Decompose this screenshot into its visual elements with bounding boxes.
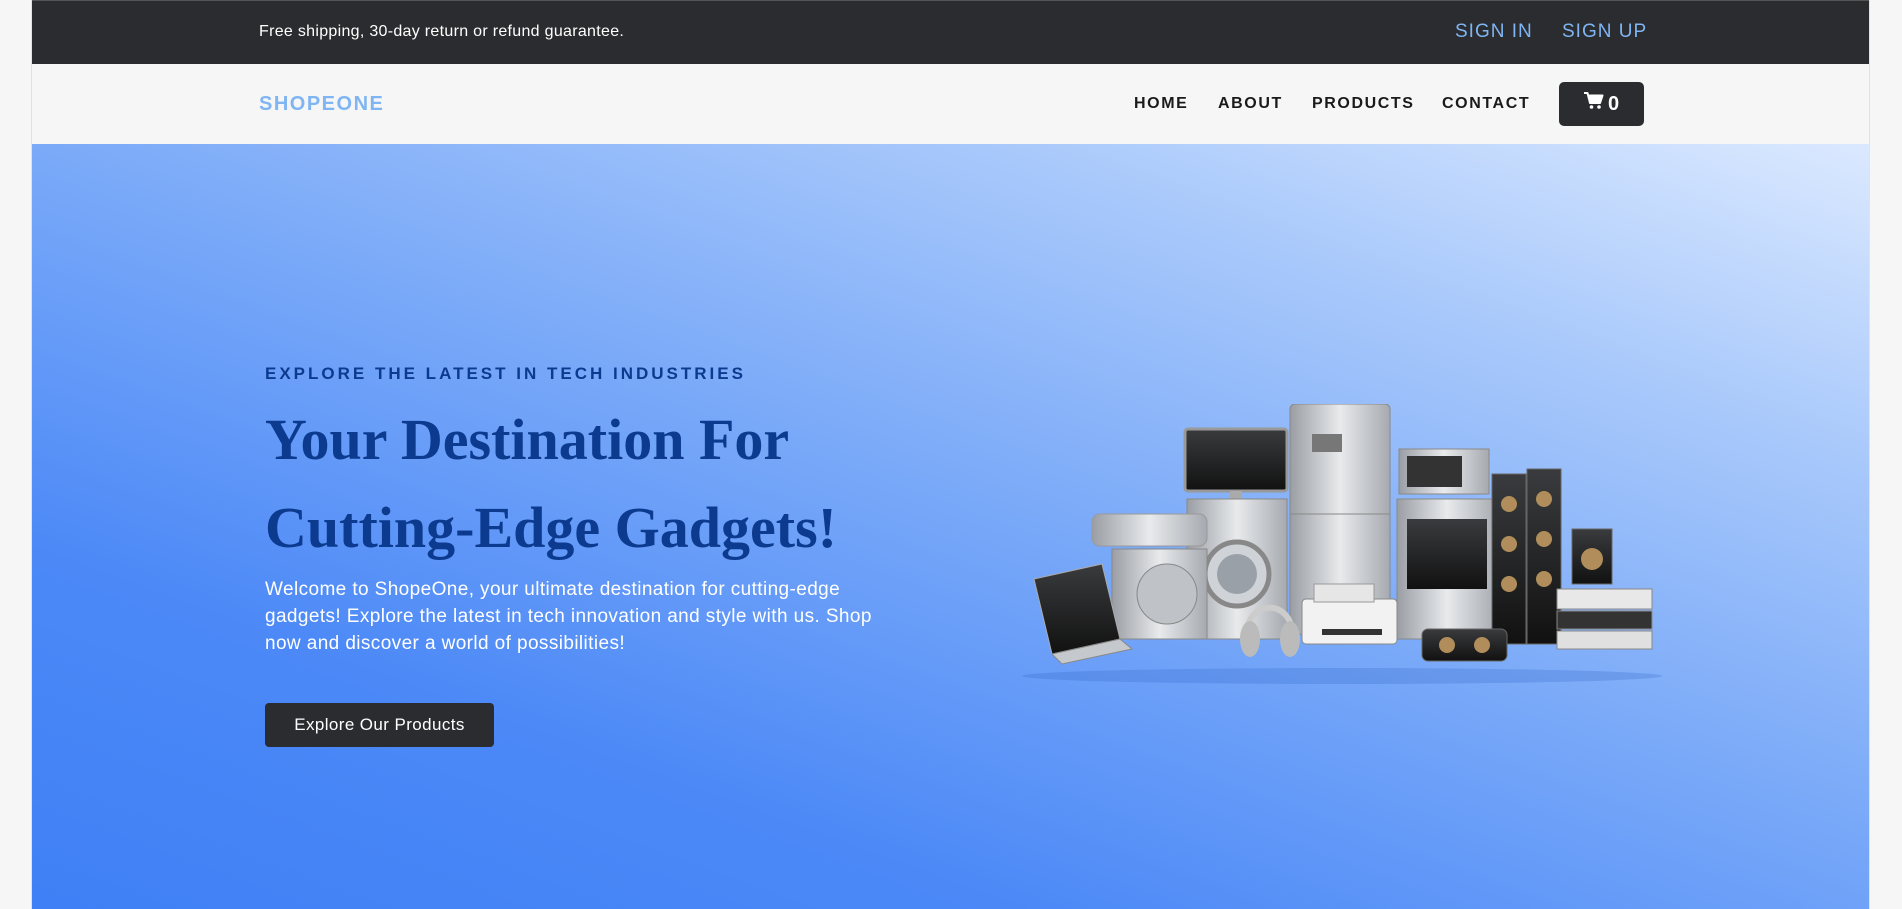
hero-headline: Your Destination For Cutting-Edge Gadget…: [265, 407, 837, 560]
top-announcement-bar: Free shipping, 30-day return or refund g…: [32, 0, 1869, 64]
hero-intro-text: Welcome to ShopeOne, your ultimate desti…: [265, 579, 872, 654]
sign-up-link[interactable]: SIGN UP: [1562, 21, 1647, 43]
nav-products-link[interactable]: PRODUCTS: [1312, 95, 1415, 113]
page: Free shipping, 30-day return or refund g…: [31, 0, 1870, 909]
main-navbar: SHOPEONE HOME ABOUT PRODUCTS CONTACT 0: [32, 64, 1869, 144]
shipping-promo-text: Free shipping, 30-day return or refund g…: [259, 23, 625, 40]
appliances-group-image: [1022, 404, 1662, 684]
nav-about-link[interactable]: ABOUT: [1218, 95, 1283, 113]
explore-products-button[interactable]: Explore Our Products: [265, 703, 494, 747]
shopping-cart-icon: [1583, 92, 1604, 116]
brand-logo[interactable]: SHOPEONE: [259, 93, 384, 116]
nav-home-link[interactable]: HOME: [1134, 95, 1188, 113]
cart-button[interactable]: 0: [1559, 82, 1644, 126]
cart-count: 0: [1607, 92, 1620, 115]
nav-contact-link[interactable]: CONTACT: [1442, 95, 1530, 113]
sign-in-link[interactable]: SIGN IN: [1455, 21, 1533, 43]
hero-section: EXPLORE THE LATEST IN TECH INDUSTRIES Yo…: [32, 144, 1869, 909]
hero-eyebrow: EXPLORE THE LATEST IN TECH INDUSTRIES: [265, 364, 746, 383]
